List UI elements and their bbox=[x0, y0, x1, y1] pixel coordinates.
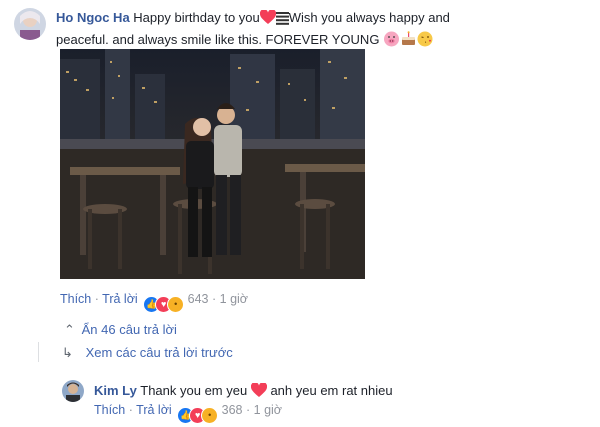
like-link[interactable]: Thích bbox=[94, 403, 125, 417]
kiss-icon bbox=[417, 31, 434, 52]
avatar-image bbox=[62, 380, 84, 402]
reactions[interactable]: 👍 ♥ • bbox=[177, 403, 221, 424]
heart-icon bbox=[250, 382, 267, 403]
like-link[interactable]: Thích bbox=[60, 292, 91, 306]
reply-link[interactable]: Trả lời bbox=[136, 403, 172, 417]
comment-text-part2: Wish you always happy and bbox=[288, 10, 450, 25]
chevron-up-icon: ⌃ bbox=[64, 322, 75, 337]
wow-reaction-icon: • bbox=[167, 296, 185, 313]
comment-time[interactable]: 1 giờ bbox=[220, 292, 248, 306]
separator: · bbox=[94, 292, 99, 306]
reply-text-part1: Thank you em yeu bbox=[140, 383, 248, 398]
avatar-image bbox=[14, 8, 46, 40]
wow-reaction-icon: • bbox=[201, 407, 219, 424]
photo-image bbox=[60, 49, 365, 279]
comment-author[interactable]: Ho Ngoc Ha bbox=[56, 10, 130, 25]
view-previous-replies-label: Xem các câu trả lời trước bbox=[85, 345, 233, 360]
reply-author[interactable]: Kim Ly bbox=[94, 383, 137, 398]
avatar-kim-ly[interactable] bbox=[62, 380, 84, 402]
reaction-count[interactable]: 368 bbox=[222, 403, 243, 417]
separator: · bbox=[246, 403, 251, 417]
pig-icon bbox=[383, 31, 400, 52]
reply-time[interactable]: 1 giờ bbox=[254, 403, 282, 417]
comment-text-part1: Happy birthday to you bbox=[133, 10, 260, 25]
comment-photo[interactable] bbox=[60, 49, 365, 279]
hide-replies-label: Ẩn 46 câu trả lời bbox=[81, 322, 177, 337]
heart-icon bbox=[259, 9, 276, 30]
separator: · bbox=[128, 403, 133, 417]
avatar-ho-ngoc-ha[interactable] bbox=[14, 8, 46, 40]
thread-line bbox=[38, 342, 39, 362]
cake-icon bbox=[400, 31, 417, 52]
reply-link[interactable]: Trả lời bbox=[102, 292, 138, 306]
reaction-count[interactable]: 643 bbox=[188, 292, 209, 306]
view-previous-replies-link[interactable]: ↳ Xem các câu trả lời trước bbox=[62, 345, 233, 361]
lines-icon bbox=[275, 11, 289, 30]
hide-replies-link[interactable]: ⌃ Ẩn 46 câu trả lời bbox=[64, 322, 177, 338]
reactions[interactable]: 👍 ♥ • bbox=[143, 292, 187, 313]
comment-body: Ho Ngoc Ha Happy birthday to you Wish you… bbox=[56, 8, 576, 52]
reply-text-part2: anh yeu em rat nhieu bbox=[270, 383, 393, 398]
comment-text-line2: peaceful. and always smile like this. FO… bbox=[56, 32, 380, 47]
reply-body: Kim Ly Thank you em yeu anh yeu em rat n… bbox=[94, 381, 393, 403]
reply-actions: Thích · Trả lời 👍 ♥ • 368 · 1 giờ bbox=[94, 403, 282, 424]
separator: · bbox=[212, 292, 217, 306]
comment-actions: Thích · Trả lời 👍 ♥ • 643 · 1 giờ bbox=[60, 292, 248, 313]
reply-arrow-icon: ↳ bbox=[62, 345, 73, 360]
